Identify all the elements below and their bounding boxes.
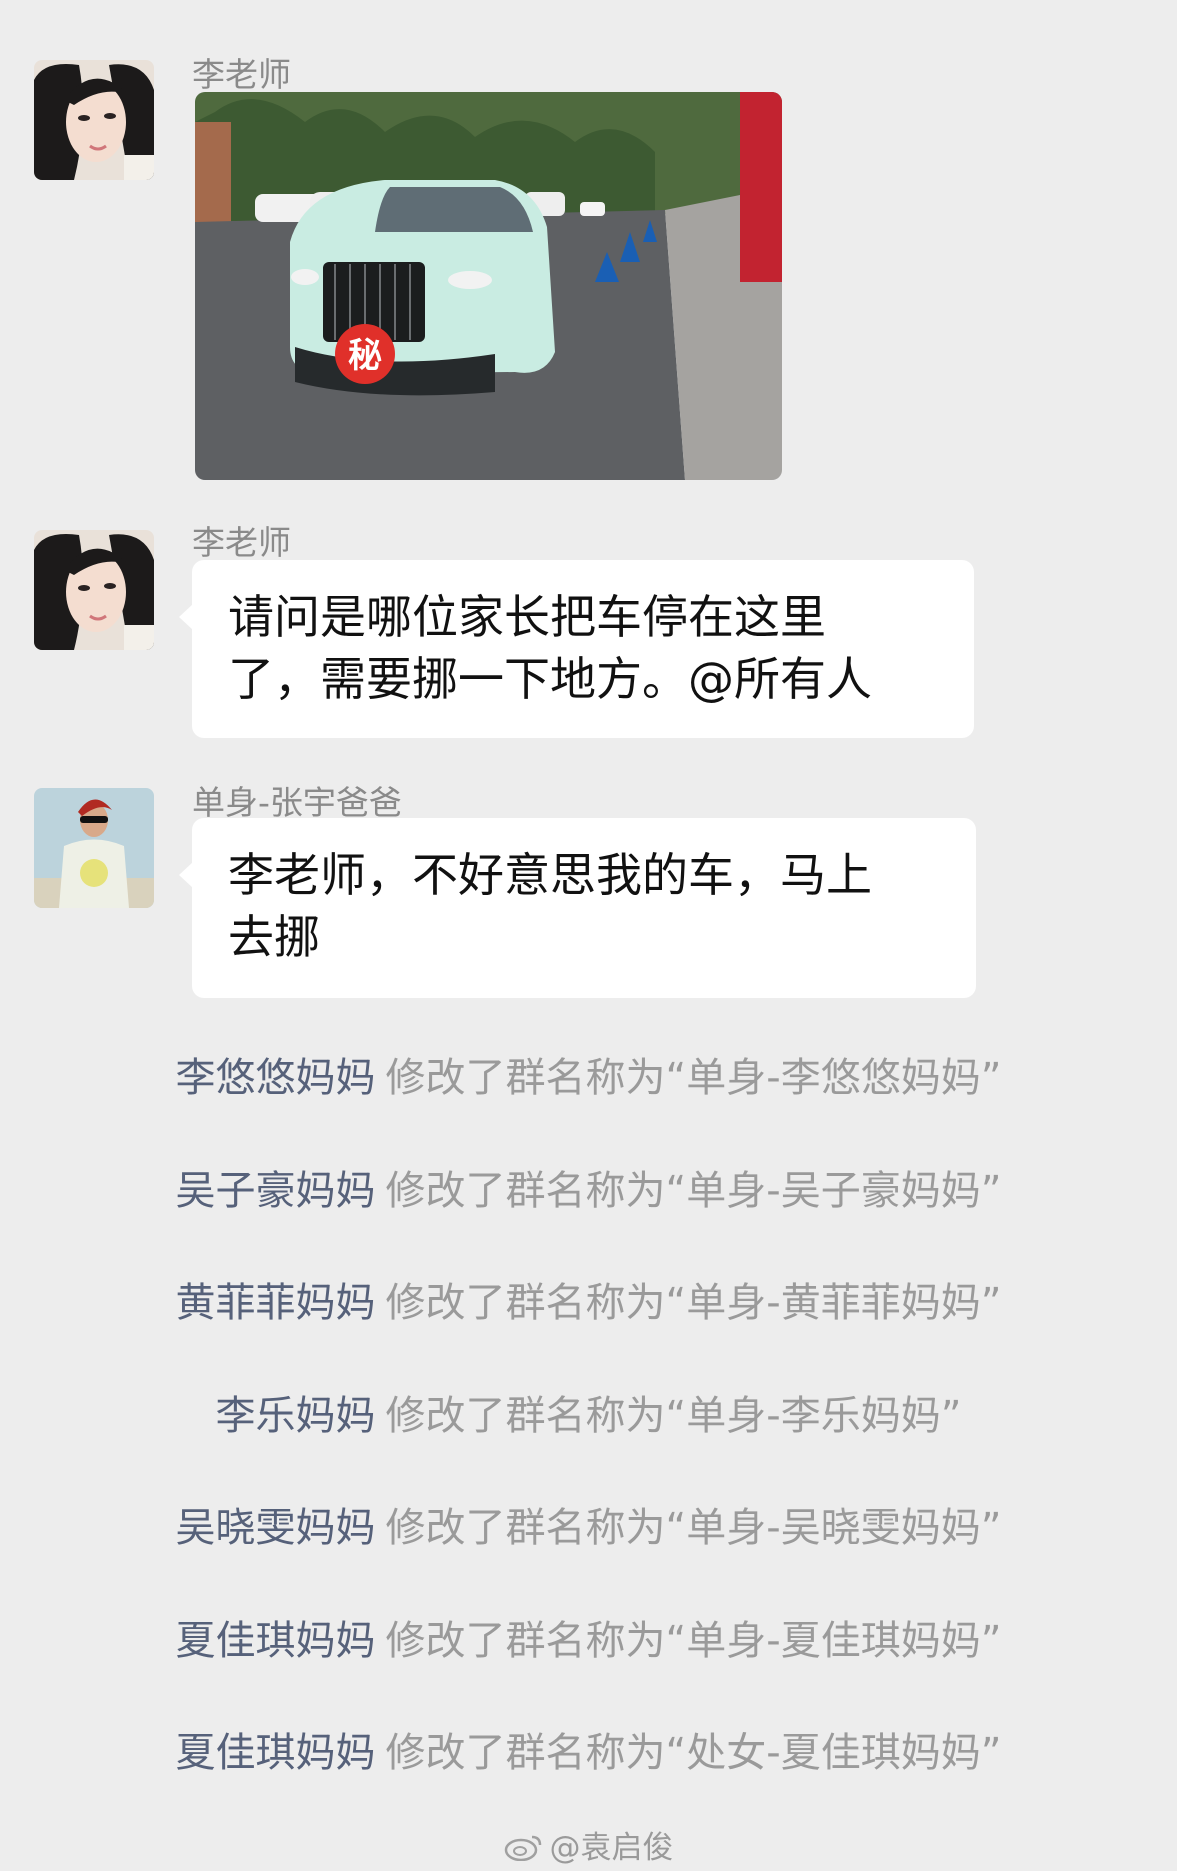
car-photo[interactable]: 秘 [195, 92, 782, 480]
system-message-rename: 吴晓雯妈妈 修改了群名称为“单身-吴晓雯妈妈” [0, 1502, 1177, 1554]
system-action-text: 修改了群名称为“处女-夏佳琪妈妈” [385, 1730, 1002, 1776]
message-text-line: 了，需要挪一下地方。@所有人 [228, 652, 872, 706]
weibo-icon [504, 1831, 544, 1869]
message-text-line: 请问是哪位家长把车停在这里 [228, 590, 826, 644]
system-action-text: 修改了群名称为“单身-李乐妈妈” [385, 1393, 962, 1439]
system-member-name[interactable]: 夏佳琪妈妈 [176, 1730, 376, 1776]
teacher-avatar[interactable] [34, 530, 154, 650]
woman-avatar-icon [34, 530, 154, 650]
sender-name: 单身-张宇爸爸 [192, 783, 402, 822]
system-member-name[interactable]: 夏佳琪妈妈 [176, 1618, 376, 1664]
system-message-rename: 夏佳琪妈妈 修改了群名称为“处女-夏佳琪妈妈” [0, 1727, 1177, 1779]
system-message-rename: 吴子豪妈妈 修改了群名称为“单身-吴子豪妈妈” [0, 1165, 1177, 1217]
message-bubble[interactable]: 李老师，不好意思我的车，马上 去挪 [179, 818, 976, 998]
man-avatar-icon [34, 788, 154, 908]
system-message-rename: 夏佳琪妈妈 修改了群名称为“单身-夏佳琪妈妈” [0, 1615, 1177, 1667]
system-member-name[interactable]: 李悠悠妈妈 [176, 1055, 376, 1101]
watermark: @袁启俊 [0, 1822, 1177, 1869]
system-message-rename: 黄菲菲妈妈 修改了群名称为“单身-黄菲菲妈妈” [0, 1277, 1177, 1329]
system-action-text: 修改了群名称为“单身-黄菲菲妈妈” [385, 1280, 1002, 1326]
system-member-name[interactable]: 吴子豪妈妈 [176, 1168, 376, 1214]
bubble-tail [179, 604, 193, 630]
system-action-text: 修改了群名称为“单身-吴子豪妈妈” [385, 1168, 1002, 1214]
bubble-tail [179, 862, 193, 888]
sender-name: 李老师 [192, 55, 291, 94]
sender-name: 李老师 [192, 523, 291, 562]
watermark-text: @袁启俊 [549, 1830, 674, 1866]
system-message-rename: 李乐妈妈 修改了群名称为“单身-李乐妈妈” [0, 1390, 1177, 1442]
system-message-rename: 李悠悠妈妈 修改了群名称为“单身-李悠悠妈妈” [0, 1052, 1177, 1104]
system-action-text: 修改了群名称为“单身-夏佳琪妈妈” [385, 1618, 1002, 1664]
system-action-text: 修改了群名称为“单身-李悠悠妈妈” [385, 1055, 1002, 1101]
message-text-line: 去挪 [228, 910, 320, 964]
system-action-text: 修改了群名称为“单身-吴晓雯妈妈” [385, 1505, 1002, 1551]
car-image: 秘 [195, 92, 782, 480]
message-bubble[interactable]: 请问是哪位家长把车停在这里 了，需要挪一下地方。@所有人 [179, 560, 974, 738]
system-member-name[interactable]: 李乐妈妈 [216, 1393, 376, 1439]
system-member-name[interactable]: 吴晓雯妈妈 [176, 1505, 376, 1551]
system-member-name[interactable]: 黄菲菲妈妈 [176, 1280, 376, 1326]
father-avatar[interactable] [34, 788, 154, 908]
message-text-line: 李老师，不好意思我的车，马上 [228, 848, 872, 902]
badge-text: 秘 [348, 336, 382, 376]
woman-avatar-icon [34, 60, 154, 180]
teacher-avatar[interactable] [34, 60, 154, 180]
